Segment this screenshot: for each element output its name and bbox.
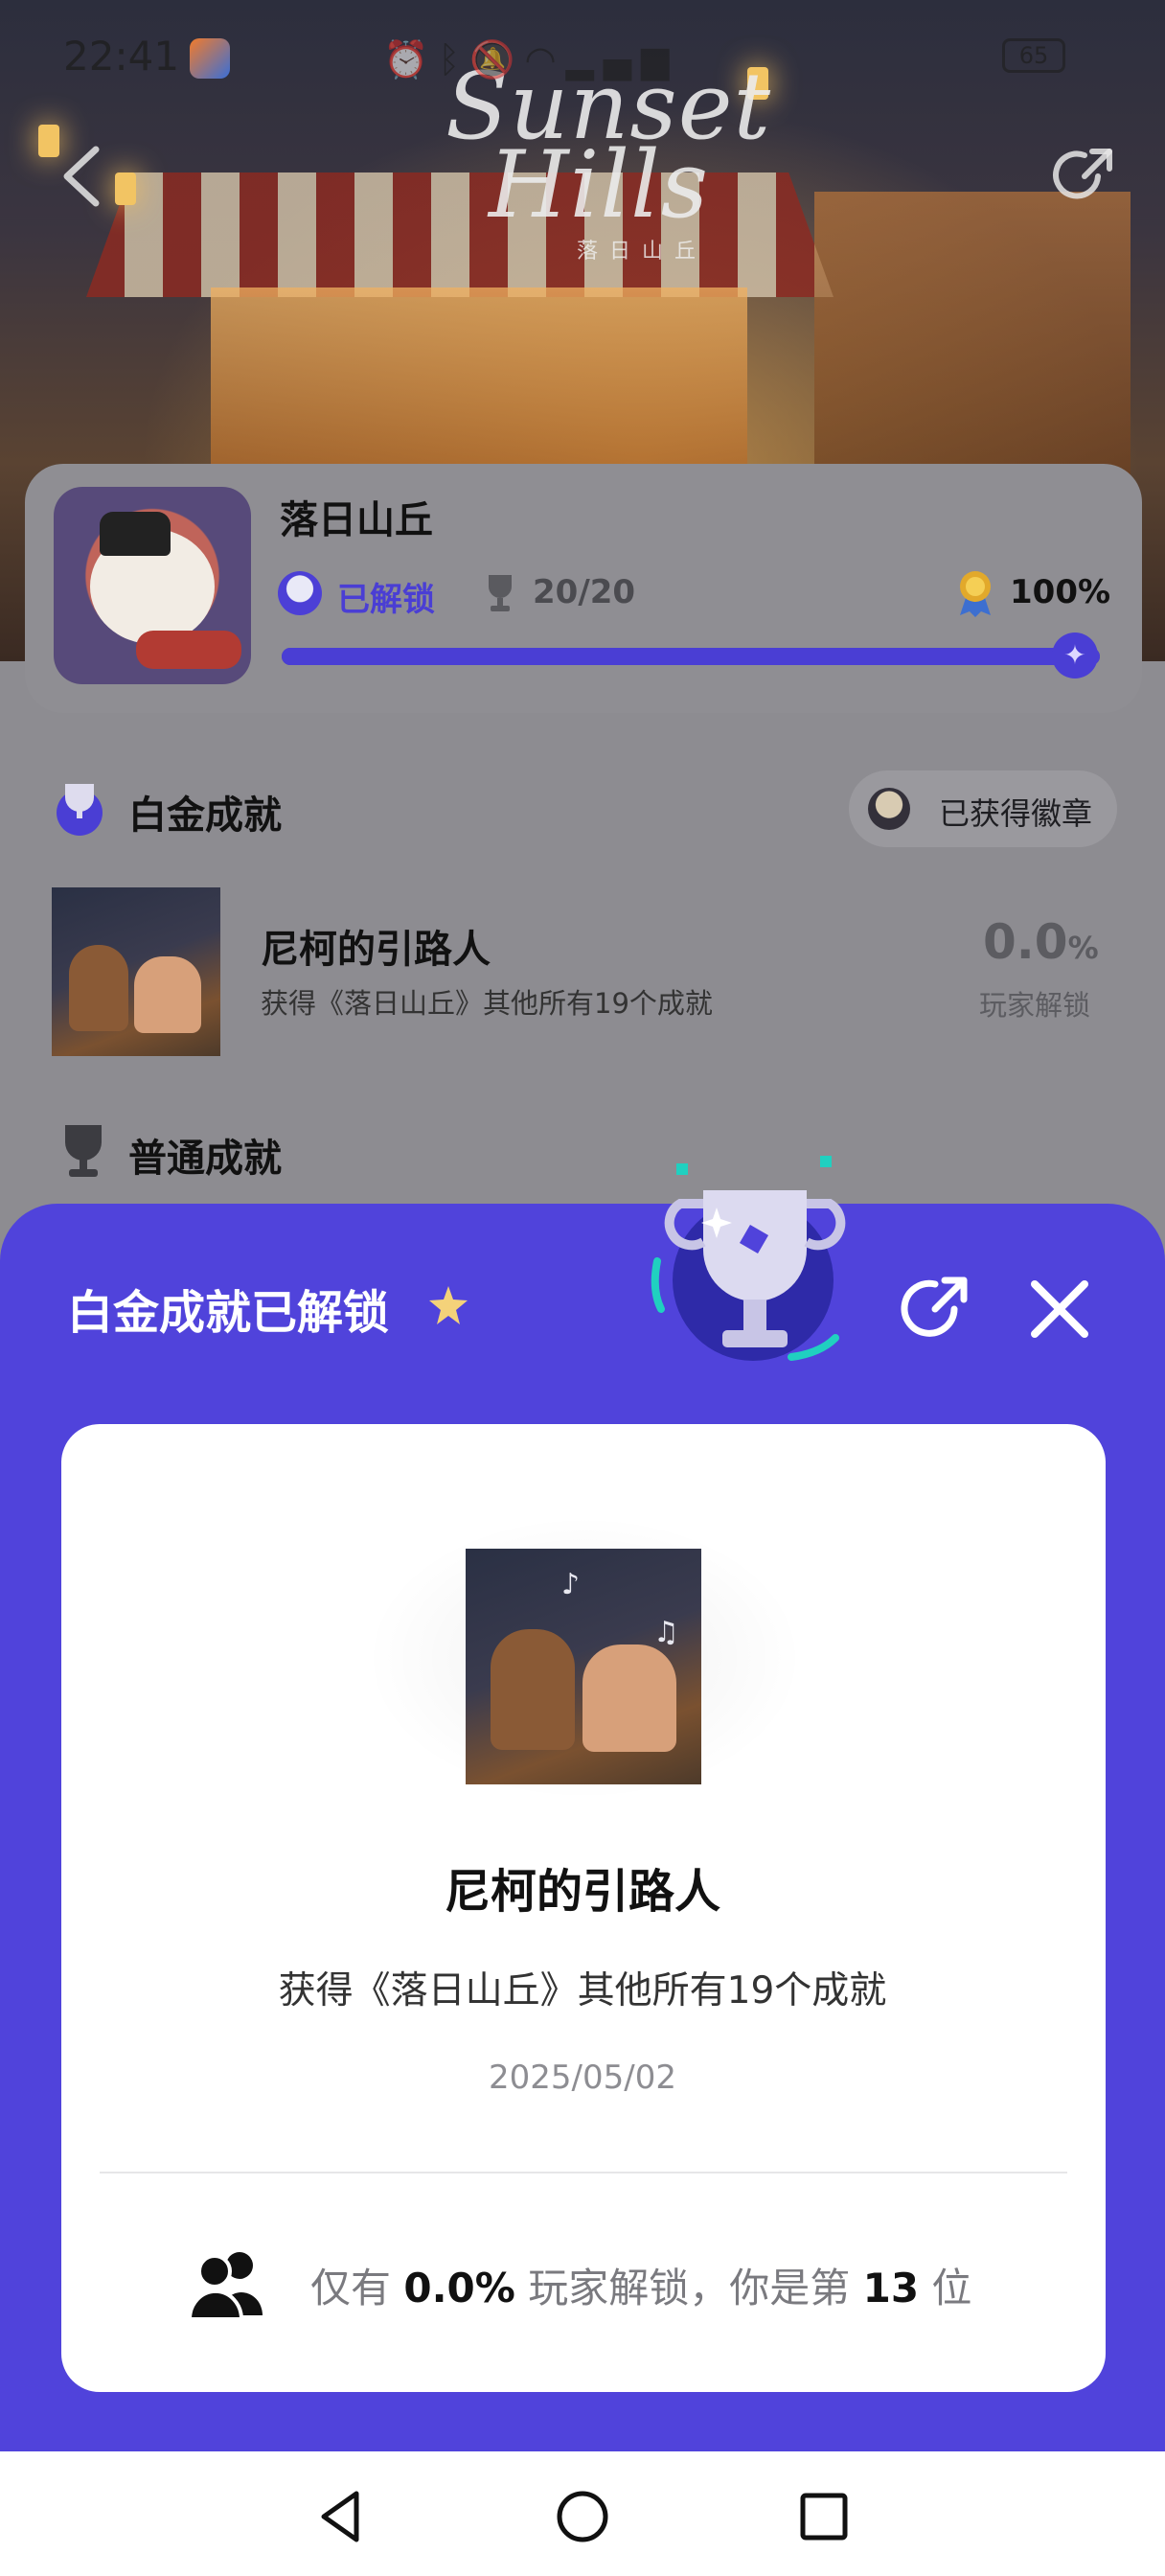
hero-logo-subtitle: 落日山丘: [576, 240, 707, 264]
unlock-status: 已解锁: [337, 581, 435, 619]
trophy-icon: [489, 575, 512, 611]
earned-badge-button[interactable]: 已获得徽章: [849, 770, 1117, 847]
platinum-achievement-description: 获得《落日山丘》其他所有19个成就: [261, 987, 713, 1020]
status-time: 22:41: [63, 33, 180, 80]
sheet-title: 白金成就已解锁: [67, 1286, 390, 1340]
platinum-achievement-thumbnail: [52, 887, 220, 1056]
battery-indicator: 65: [1002, 38, 1065, 73]
nav-home-icon[interactable]: [554, 2488, 611, 2545]
completion-progress-fill: [282, 648, 1100, 665]
lamp-decoration: [115, 172, 136, 205]
achievement-detail-description: 获得《落日山丘》其他所有19个成就: [278, 1969, 887, 2012]
platinum-section-title: 白金成就: [128, 794, 282, 838]
nav-back-icon[interactable]: [312, 2488, 370, 2545]
divider: [100, 2172, 1067, 2174]
platinum-achievement-percent: 0.0%: [983, 914, 1099, 970]
alarm-icon: ⏰: [383, 38, 439, 80]
earned-badge-label: 已获得徽章: [939, 795, 1093, 832]
wifi-icon: ◠: [524, 38, 566, 80]
achievement-detail-name: 尼柯的引路人: [444, 1865, 720, 1919]
shopfront: [211, 288, 747, 470]
back-icon[interactable]: [54, 142, 107, 211]
medal-icon: [960, 571, 991, 617]
music-note-icon: ♫: [653, 1616, 679, 1649]
game-cover-image: [54, 487, 251, 684]
unlock-rank-text: 仅有 0.0% 玩家解锁，你是第 13 位: [310, 2265, 972, 2312]
achievement-detail-thumbnail: ♪ ♫: [466, 1549, 701, 1784]
share-icon[interactable]: [1050, 142, 1119, 211]
notification-app-icon: [190, 38, 230, 79]
status-bar: 22:41 ⏰ᛒ🔕◠▂▄▆ 65: [0, 0, 1165, 115]
achievement-unlock-date: 2025/05/02: [489, 2058, 676, 2097]
users-icon: [188, 2252, 263, 2321]
close-icon[interactable]: [1025, 1275, 1094, 1344]
normal-section-title: 普通成就: [128, 1137, 282, 1181]
bluetooth-icon: ᛒ: [438, 38, 470, 80]
platinum-achievement-name: 尼柯的引路人: [261, 928, 491, 972]
normal-trophy-icon: [65, 1125, 102, 1177]
badge-avatar: [868, 788, 910, 830]
completion-percent: 100%: [1010, 573, 1111, 611]
progress-star-icon: ✦: [1052, 632, 1098, 678]
sheet-share-icon[interactable]: [897, 1271, 973, 1347]
platinum-trophy-illustration: [651, 1156, 846, 1361]
nav-recents-icon[interactable]: [795, 2488, 853, 2545]
status-icons: ⏰ᛒ🔕◠▂▄▆: [383, 38, 678, 81]
shopfront-right: [814, 192, 1131, 479]
music-note-icon: ♪: [561, 1568, 581, 1601]
game-title: 落日山丘: [280, 498, 433, 542]
completion-progress-bar: [282, 648, 1100, 665]
system-navigation-bar: [0, 2451, 1165, 2576]
unlocked-badge-icon: [278, 571, 322, 615]
platinum-trophy-icon: [57, 784, 103, 836]
sparkle-star-icon: [429, 1286, 468, 1324]
achievement-count: 20/20: [533, 573, 636, 611]
mute-icon: 🔕: [469, 38, 525, 80]
signal-icon: ▂▄▆: [565, 38, 679, 80]
platinum-achievement-percent-label: 玩家解锁: [979, 989, 1091, 1022]
